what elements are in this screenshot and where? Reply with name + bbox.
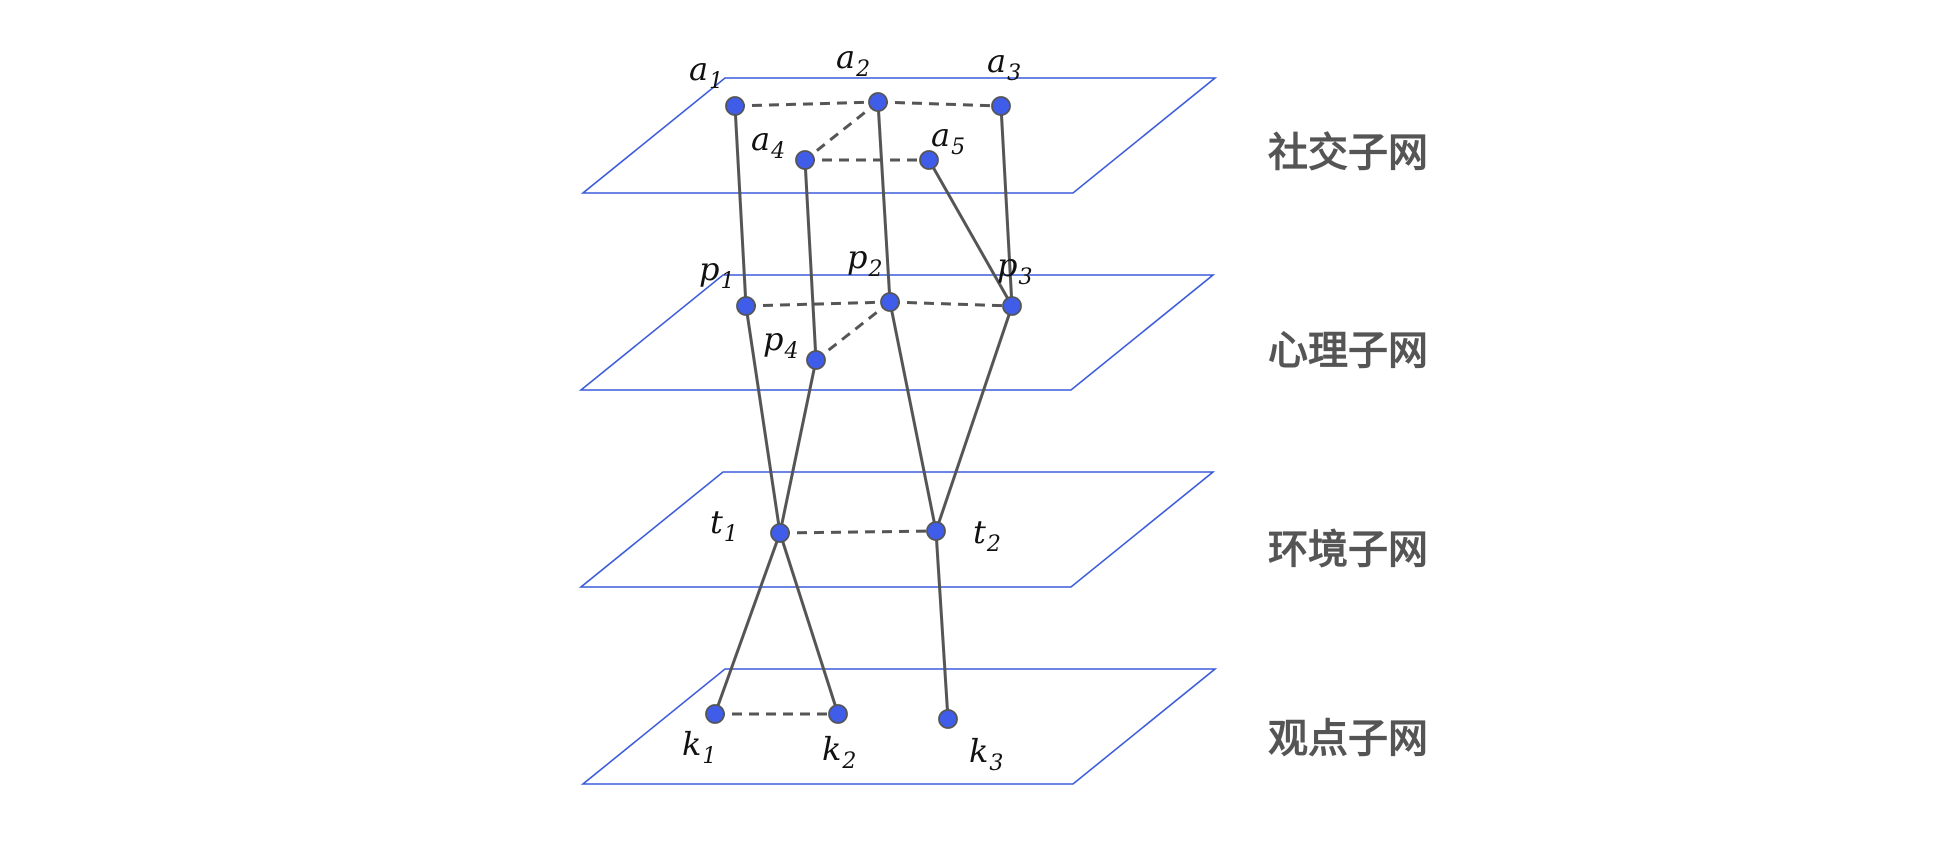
node-labels: a1 a2 a3 a4 a5 p1 p2 p3 p4 t1 t2 k1 k2 k3 (682, 38, 1032, 776)
node-k2 (828, 704, 848, 724)
opinion-layer-label: 观点子网 (1268, 716, 1428, 762)
env-layer-label: 环境子网 (1268, 527, 1428, 573)
node-label-t1: t1 (710, 503, 738, 547)
node-p4 (806, 350, 826, 370)
social-layer-label: 社交子网 (1268, 130, 1428, 176)
layer-labels: 社交子网心理子网环境子网观点子网 (1268, 130, 1428, 762)
node-a3 (991, 96, 1011, 116)
inter-layer-edge-t1-k2 (778, 532, 840, 715)
opinion-layer-plane (580, 668, 1218, 785)
multilayer-network-diagram: a1 a2 a3 a4 a5 p1 p2 p3 p4 t1 t2 k1 k2 k3 社交子网心理子网环境子… (578, 38, 1428, 785)
intra-layer-edge-t1-t2 (779, 529, 937, 535)
node-label-k3: k3 (969, 732, 1003, 776)
network-edges (713, 100, 1014, 720)
node-label-a4: a4 (751, 120, 785, 164)
node-label-p3: p3 (997, 246, 1032, 290)
node-a1 (725, 96, 745, 116)
layer-planes (578, 77, 1218, 785)
inter-layer-edge-p3-t2 (934, 305, 1014, 532)
intra-layer-edge-p1-p2 (745, 300, 891, 308)
psych-layer-label: 心理子网 (1268, 328, 1428, 374)
node-label-k2: k2 (822, 730, 856, 774)
intra-layer-edge-a1-a2 (734, 100, 879, 108)
node-a2 (868, 92, 888, 112)
node-label-a2: a2 (836, 38, 870, 82)
node-label-p4: p4 (763, 320, 798, 364)
node-k1 (705, 704, 725, 724)
node-label-k1: k1 (682, 725, 716, 769)
social-layer-plane (580, 77, 1218, 194)
node-k3 (938, 709, 958, 729)
node-label-a1: a1 (689, 50, 723, 94)
intra-layer-edge-p2-p3 (889, 300, 1013, 308)
inter-layer-edge-p4-t1 (778, 359, 818, 534)
node-label-p2: p2 (847, 238, 882, 282)
inter-layer-edge-p2-t2 (888, 301, 938, 532)
inter-layer-edge-t1-k1 (713, 532, 782, 715)
node-t2 (926, 521, 946, 541)
node-label-t2: t2 (973, 513, 1001, 557)
intra-layer-edge-a2-a3 (877, 100, 1002, 108)
inter-layer-edge-a1-p1 (733, 105, 748, 307)
node-p2 (880, 292, 900, 312)
intra-layer-edge-p2-p4 (815, 300, 891, 362)
network-nodes (705, 92, 1022, 729)
node-a4 (795, 150, 815, 170)
inter-layer-edge-t2-k3 (934, 530, 950, 720)
env-layer-plane (578, 471, 1216, 588)
node-p1 (736, 296, 756, 316)
inter-layer-edge-a5-p3 (927, 159, 1014, 307)
node-p3 (1002, 296, 1022, 316)
inter-layer-edge-a4-p4 (803, 159, 818, 361)
node-label-a5: a5 (931, 116, 965, 160)
intra-layer-edge-a2-a4 (804, 100, 879, 162)
node-label-a3: a3 (987, 42, 1021, 86)
node-label-p1: p1 (699, 250, 734, 294)
node-t1 (770, 523, 790, 543)
